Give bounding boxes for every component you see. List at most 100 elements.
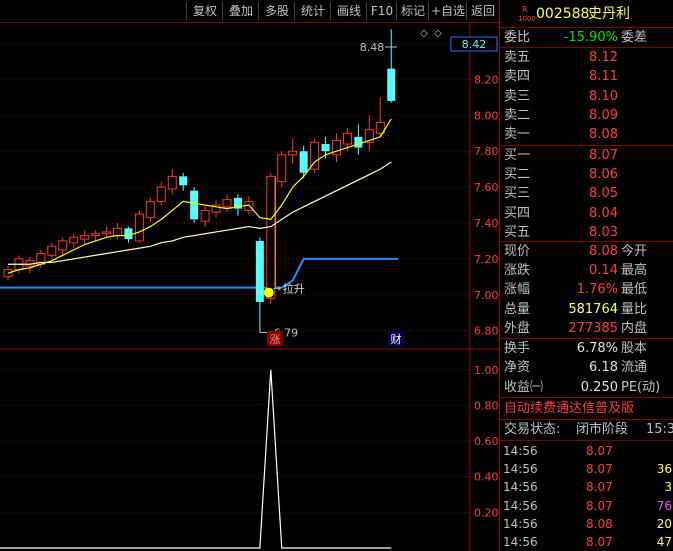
candle-body: [167, 175, 177, 190]
stat-value: 8.08: [589, 244, 618, 259]
stat-label: 涨跌: [504, 263, 531, 279]
statistics-button[interactable]: 统计: [294, 2, 331, 20]
price-tick-label: 7.20: [474, 253, 499, 266]
tick-row: 14:56 8.07 76: [500, 497, 673, 515]
finance-row: 净资 6.18 流通: [500, 358, 673, 377]
overlay-button[interactable]: 叠加: [222, 2, 259, 20]
candle-body: [354, 136, 363, 148]
candle-body: [266, 175, 276, 299]
stock-code: 002588: [536, 6, 590, 22]
stat-right-label: 量比: [621, 301, 648, 317]
cai-marker-label: 财: [391, 332, 402, 346]
tick-price: 8.07: [586, 444, 613, 458]
tick-price: 8.08: [586, 516, 613, 531]
buy-row[interactable]: 买四 8.04: [500, 204, 673, 223]
buy-price: 8.03: [589, 224, 618, 240]
tick-time: 14:56: [503, 444, 538, 458]
candle-body: [321, 144, 330, 152]
candle-body: [288, 150, 298, 156]
f10-button[interactable]: F10: [366, 2, 397, 20]
tick-time: 14:56: [503, 516, 538, 531]
finance-row: 换手 6.78% 股本: [500, 339, 673, 358]
buy-price: 8.06: [589, 167, 618, 183]
order-diff-label: 委差: [621, 30, 648, 45]
kline-chart[interactable]: 8.408.208.007.807.607.407.207.006.801.00…: [0, 22, 499, 551]
candle-body: [179, 176, 188, 186]
indicator-line: [0, 369, 392, 549]
price-tick-label: 8.00: [474, 109, 499, 122]
indicator-tick-label: 0.80: [474, 399, 499, 412]
mark-button[interactable]: 标记: [396, 2, 429, 20]
buy-level-label: 买四: [504, 205, 531, 221]
candle-body: [113, 227, 122, 237]
sell-row[interactable]: 卖二 8.09: [500, 106, 673, 125]
arrow-icon: →: [273, 284, 281, 295]
tick-row: 14:56 8.08 20: [500, 515, 673, 533]
candle-body: [91, 233, 101, 237]
stat-value: 277385: [568, 320, 618, 336]
price-tick-label: 7.00: [474, 289, 499, 302]
buy-price: 8.04: [589, 205, 618, 221]
multi-stock-button[interactable]: 多股: [258, 2, 295, 20]
tick-row: 14:56 8.07 3: [500, 478, 673, 496]
candle-body: [47, 245, 57, 256]
back-button[interactable]: 返回: [466, 2, 499, 20]
diamond-icon: ◇: [420, 28, 428, 39]
buy-level-label: 买五: [504, 224, 531, 240]
finance-value: 0.250: [580, 379, 618, 395]
candle-body: [190, 190, 199, 220]
buy-row[interactable]: 买五 8.03: [500, 223, 673, 242]
candle-body: [102, 231, 112, 235]
buy-level-label: 买一: [504, 148, 531, 163]
price-tick-label: 7.60: [474, 181, 499, 194]
stat-row: 外盘 277385 内盘: [500, 319, 673, 338]
stat-right-label: 今开: [621, 244, 648, 259]
stat-right-label: 内盘: [621, 320, 648, 336]
buy-price: 8.05: [589, 186, 618, 202]
sell-price: 8.11: [589, 69, 618, 85]
price-tick-label: 8.20: [474, 73, 499, 86]
sell-level-label: 卖一: [504, 127, 531, 143]
sell-price: 8.10: [589, 88, 618, 104]
buy-price: 8.07: [589, 148, 618, 163]
indicator-tick-label: 0.20: [474, 506, 499, 519]
candle-body: [58, 240, 68, 251]
promo-text[interactable]: 自动续费通达信普及版: [504, 399, 634, 418]
candle-body: [299, 151, 308, 173]
tick-time: 14:56: [503, 480, 538, 495]
draw-line-button[interactable]: 画线: [330, 2, 367, 20]
tick-row: 14:56 8.07 36: [500, 460, 673, 478]
sell-row[interactable]: 卖一 8.08: [500, 125, 673, 144]
toolbar: 复权 叠加 多股 统计 画线 F10 标记 +自选 返回: [0, 0, 499, 23]
buy-row[interactable]: 买三 8.05: [500, 184, 673, 203]
order-ratio-label: 委比: [504, 30, 531, 45]
restore-rights-button[interactable]: 复权: [186, 2, 223, 20]
tick-row: 14:56 8.07: [500, 442, 673, 460]
candle-body: [342, 132, 352, 145]
indicator-tick-label: 0.40: [474, 471, 499, 484]
buy-row[interactable]: 买二 8.06: [500, 165, 673, 184]
add-watchlist-button[interactable]: +自选: [428, 2, 467, 20]
zhang-marker-label: 涨: [270, 333, 281, 346]
trade-status-row: 交易状态: 闭市阶段 15:3: [500, 420, 673, 439]
sell-price: 8.09: [589, 107, 618, 123]
stat-label: 现价: [504, 244, 531, 259]
sell-row[interactable]: 卖四 8.11: [500, 67, 673, 86]
sell-row[interactable]: 卖三 8.10: [500, 87, 673, 106]
promo-row[interactable]: 自动续费通达信普及版: [500, 399, 673, 418]
status-time: 15:3: [646, 422, 673, 437]
sell-level-label: 卖四: [504, 69, 531, 85]
stat-row: 涨幅 1.76% 最低: [500, 280, 673, 299]
sell-row[interactable]: 卖五 8.12: [500, 48, 673, 67]
stat-row: 涨跌 0.14 最高: [500, 261, 673, 280]
order-ratio-row: 委比 -15.90% 委差: [500, 28, 673, 47]
price-tick-label: 7.40: [474, 217, 499, 230]
stat-label: 涨幅: [504, 282, 531, 298]
stat-label: 外盘: [504, 320, 531, 336]
status-value: 闭市阶段: [576, 422, 629, 437]
tick-volume: 20: [656, 516, 672, 531]
support-line: [0, 257, 398, 289]
stat-value: 581764: [568, 301, 618, 317]
buy-row[interactable]: 买一 8.07: [500, 146, 673, 165]
finance-label: 净资: [504, 360, 531, 376]
